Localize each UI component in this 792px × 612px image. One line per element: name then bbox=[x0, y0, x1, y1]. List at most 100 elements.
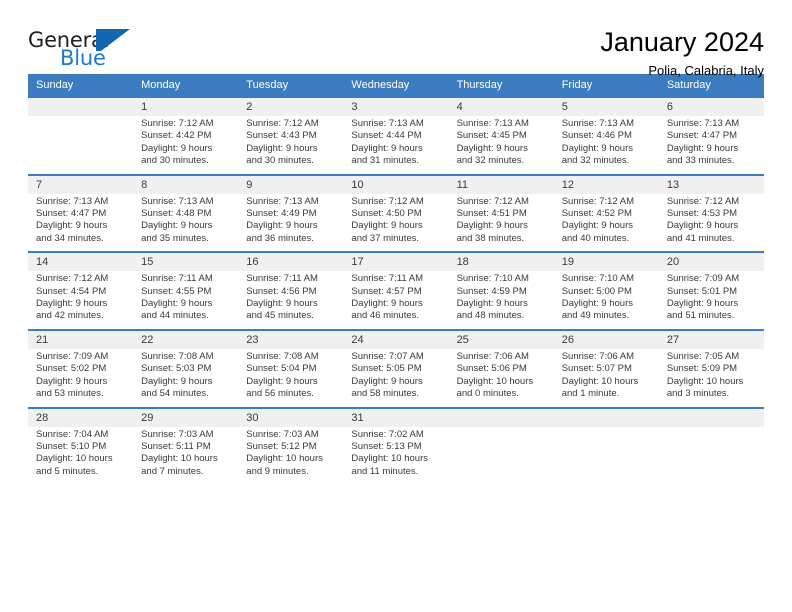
day-number[interactable]: 15 bbox=[133, 251, 239, 272]
day-cell[interactable]: Sunrise: 7:12 AM Sunset: 4:50 PM Daylight:… bbox=[343, 193, 449, 253]
day-cell[interactable]: Sunrise: 7:04 AM Sunset: 5:10 PM Daylight:… bbox=[28, 426, 134, 485]
daylight-text-line2: and 9 minutes. bbox=[246, 465, 309, 477]
sunrise-text: Sunrise: 7:12 AM bbox=[456, 195, 529, 207]
day-cell[interactable]: Sunrise: 7:13 AM Sunset: 4:47 PM Daylight:… bbox=[28, 193, 134, 253]
day-cell[interactable]: Sunrise: 7:13 AM Sunset: 4:49 PM Daylight:… bbox=[238, 193, 344, 253]
day-cell[interactable]: Sunrise: 7:13 AM Sunset: 4:45 PM Daylight:… bbox=[448, 116, 554, 175]
sunset-text: Sunset: 4:47 PM bbox=[666, 130, 738, 142]
daylight-text-line2: and 11 minutes. bbox=[351, 465, 419, 477]
sunset-text: Sunset: 5:06 PM bbox=[456, 363, 527, 375]
daylight-text-line2: and 33 minutes. bbox=[666, 155, 735, 167]
day-cell[interactable]: Sunrise: 7:08 AM Sunset: 5:03 PM Daylight:… bbox=[133, 348, 239, 408]
sunset-text: Sunset: 4:53 PM bbox=[666, 208, 738, 220]
day-cell[interactable]: Sunrise: 7:11 AM Sunset: 4:57 PM Daylight:… bbox=[343, 271, 449, 330]
daylight-text-line1: Daylight: 10 hours bbox=[456, 375, 534, 387]
day-number[interactable]: 3 bbox=[343, 96, 449, 116]
sunrise-text: Sunrise: 7:12 AM bbox=[351, 195, 424, 207]
sunrise-text: Sunrise: 7:03 AM bbox=[246, 428, 319, 440]
day-number[interactable]: 30 bbox=[238, 406, 344, 427]
day-number[interactable]: 23 bbox=[238, 328, 344, 349]
day-number[interactable]: 10 bbox=[343, 173, 449, 194]
day-number[interactable]: 13 bbox=[658, 173, 764, 194]
daylight-text-line1: Daylight: 9 hours bbox=[141, 142, 213, 154]
day-cell[interactable]: Sunrise: 7:13 AM Sunset: 4:46 PM Daylight:… bbox=[553, 116, 659, 175]
day-number[interactable]: 5 bbox=[553, 96, 659, 116]
sunset-text: Sunset: 4:52 PM bbox=[561, 208, 632, 220]
daylight-text-line1: Daylight: 9 hours bbox=[246, 375, 318, 387]
day-number[interactable]: 29 bbox=[133, 406, 239, 427]
sunset-text: Sunset: 5:01 PM bbox=[666, 285, 738, 297]
day-number[interactable]: 7 bbox=[28, 173, 134, 194]
day-cell[interactable]: Sunrise: 7:07 AM Sunset: 5:05 PM Daylight:… bbox=[343, 348, 449, 408]
day-cell[interactable]: Sunrise: 7:13 AM Sunset: 4:44 PM Daylight:… bbox=[343, 116, 449, 175]
day-cell[interactable]: Sunrise: 7:06 AM Sunset: 5:07 PM Daylight:… bbox=[553, 348, 659, 408]
day-cell[interactable]: Sunrise: 7:08 AM Sunset: 5:04 PM Daylight:… bbox=[238, 348, 344, 408]
day-number[interactable]: 18 bbox=[448, 251, 554, 272]
day-number[interactable]: 2 bbox=[238, 96, 344, 116]
day-number[interactable]: 17 bbox=[343, 251, 449, 272]
day-cell[interactable]: Sunrise: 7:13 AM Sunset: 4:48 PM Daylight:… bbox=[133, 193, 239, 253]
sunset-text: Sunset: 4:57 PM bbox=[351, 285, 422, 297]
sunset-text: Sunset: 5:00 PM bbox=[561, 285, 632, 297]
day-cell[interactable]: Sunrise: 7:12 AM Sunset: 4:54 PM Daylight:… bbox=[28, 271, 134, 330]
day-number[interactable]: 20 bbox=[658, 251, 764, 272]
day-number[interactable]: 1 bbox=[133, 96, 239, 116]
day-number[interactable]: 22 bbox=[133, 328, 239, 349]
day-cell[interactable]: Sunrise: 7:03 AM Sunset: 5:12 PM Daylight:… bbox=[238, 426, 344, 485]
day-number[interactable]: 19 bbox=[553, 251, 659, 272]
day-number[interactable]: 28 bbox=[28, 406, 134, 427]
day-cell[interactable]: Sunrise: 7:11 AM Sunset: 4:56 PM Daylight:… bbox=[238, 271, 344, 330]
sunset-text: Sunset: 5:10 PM bbox=[36, 440, 107, 452]
daylight-text-line2: and 0 minutes. bbox=[456, 388, 519, 400]
day-cell[interactable]: Sunrise: 7:12 AM Sunset: 4:52 PM Daylight:… bbox=[553, 193, 659, 253]
day-number[interactable]: 9 bbox=[238, 173, 344, 194]
brand-logo[interactable]: General Blue bbox=[28, 26, 148, 76]
day-cell[interactable]: Sunrise: 7:12 AM Sunset: 4:51 PM Daylight:… bbox=[448, 193, 554, 253]
day-number[interactable]: 26 bbox=[553, 328, 659, 349]
day-number[interactable]: 6 bbox=[658, 96, 764, 116]
day-cell[interactable]: Sunrise: 7:10 AM Sunset: 4:59 PM Daylight:… bbox=[448, 271, 554, 330]
sunset-text: Sunset: 4:49 PM bbox=[246, 208, 317, 220]
daylight-text-line1: Daylight: 9 hours bbox=[666, 142, 739, 154]
day-number[interactable]: 25 bbox=[448, 328, 554, 349]
day-cell[interactable]: Sunrise: 7:02 AM Sunset: 5:13 PM Daylight:… bbox=[343, 426, 449, 485]
daylight-text-line1: Daylight: 10 hours bbox=[351, 453, 428, 465]
day-number[interactable]: 12 bbox=[553, 173, 659, 194]
daylight-text-line1: Daylight: 9 hours bbox=[246, 298, 318, 310]
day-number[interactable]: 4 bbox=[448, 96, 554, 116]
day-number[interactable]: 31 bbox=[343, 406, 449, 427]
sunrise-text: Sunrise: 7:12 AM bbox=[246, 118, 319, 129]
sunrise-text: Sunrise: 7:12 AM bbox=[141, 118, 214, 129]
day-number[interactable]: 8 bbox=[133, 173, 239, 194]
sunrise-text: Sunrise: 7:13 AM bbox=[246, 195, 319, 207]
daylight-text-line1: Daylight: 10 hours bbox=[36, 453, 113, 465]
day-number[interactable]: 27 bbox=[658, 328, 764, 349]
day-number[interactable]: 14 bbox=[28, 251, 134, 272]
sunrise-text: Sunrise: 7:12 AM bbox=[36, 273, 109, 285]
day-number-empty bbox=[28, 96, 134, 116]
day-cell[interactable]: Sunrise: 7:12 AM Sunset: 4:42 PM Daylight:… bbox=[133, 116, 239, 175]
day-number[interactable]: 21 bbox=[28, 328, 134, 349]
day-cell[interactable]: Sunrise: 7:05 AM Sunset: 5:09 PM Daylight:… bbox=[658, 348, 764, 408]
daylight-text-line1: Daylight: 9 hours bbox=[561, 298, 633, 310]
day-cell[interactable]: Sunrise: 7:06 AM Sunset: 5:06 PM Daylight:… bbox=[448, 348, 554, 408]
day-cell[interactable]: Sunrise: 7:12 AM Sunset: 4:53 PM Daylight:… bbox=[658, 193, 764, 253]
day-cell[interactable]: Sunrise: 7:09 AM Sunset: 5:01 PM Daylight:… bbox=[658, 271, 764, 330]
daylight-text-line1: Daylight: 9 hours bbox=[246, 142, 318, 154]
daylight-text-line1: Daylight: 9 hours bbox=[666, 298, 739, 310]
daylight-text-line1: Daylight: 9 hours bbox=[351, 298, 423, 310]
sunset-text: Sunset: 5:05 PM bbox=[351, 363, 422, 375]
sunset-text: Sunset: 4:50 PM bbox=[351, 208, 422, 220]
day-number[interactable]: 16 bbox=[238, 251, 344, 272]
daylight-text-line2: and 34 minutes. bbox=[36, 232, 104, 244]
day-cell[interactable]: Sunrise: 7:03 AM Sunset: 5:11 PM Daylight:… bbox=[133, 426, 239, 485]
weekday-header-sunday: Sunday bbox=[28, 74, 134, 97]
daylight-text-line1: Daylight: 10 hours bbox=[561, 375, 639, 387]
day-cell[interactable]: Sunrise: 7:13 AM Sunset: 4:47 PM Daylight:… bbox=[658, 116, 764, 175]
day-cell[interactable]: Sunrise: 7:10 AM Sunset: 5:00 PM Daylight:… bbox=[553, 271, 659, 330]
day-cell[interactable]: Sunrise: 7:12 AM Sunset: 4:43 PM Daylight:… bbox=[238, 116, 344, 175]
day-number[interactable]: 11 bbox=[448, 173, 554, 194]
day-number[interactable]: 24 bbox=[343, 328, 449, 349]
day-cell[interactable]: Sunrise: 7:09 AM Sunset: 5:02 PM Daylight:… bbox=[28, 348, 134, 408]
day-cell[interactable]: Sunrise: 7:11 AM Sunset: 4:55 PM Daylight:… bbox=[133, 271, 239, 330]
